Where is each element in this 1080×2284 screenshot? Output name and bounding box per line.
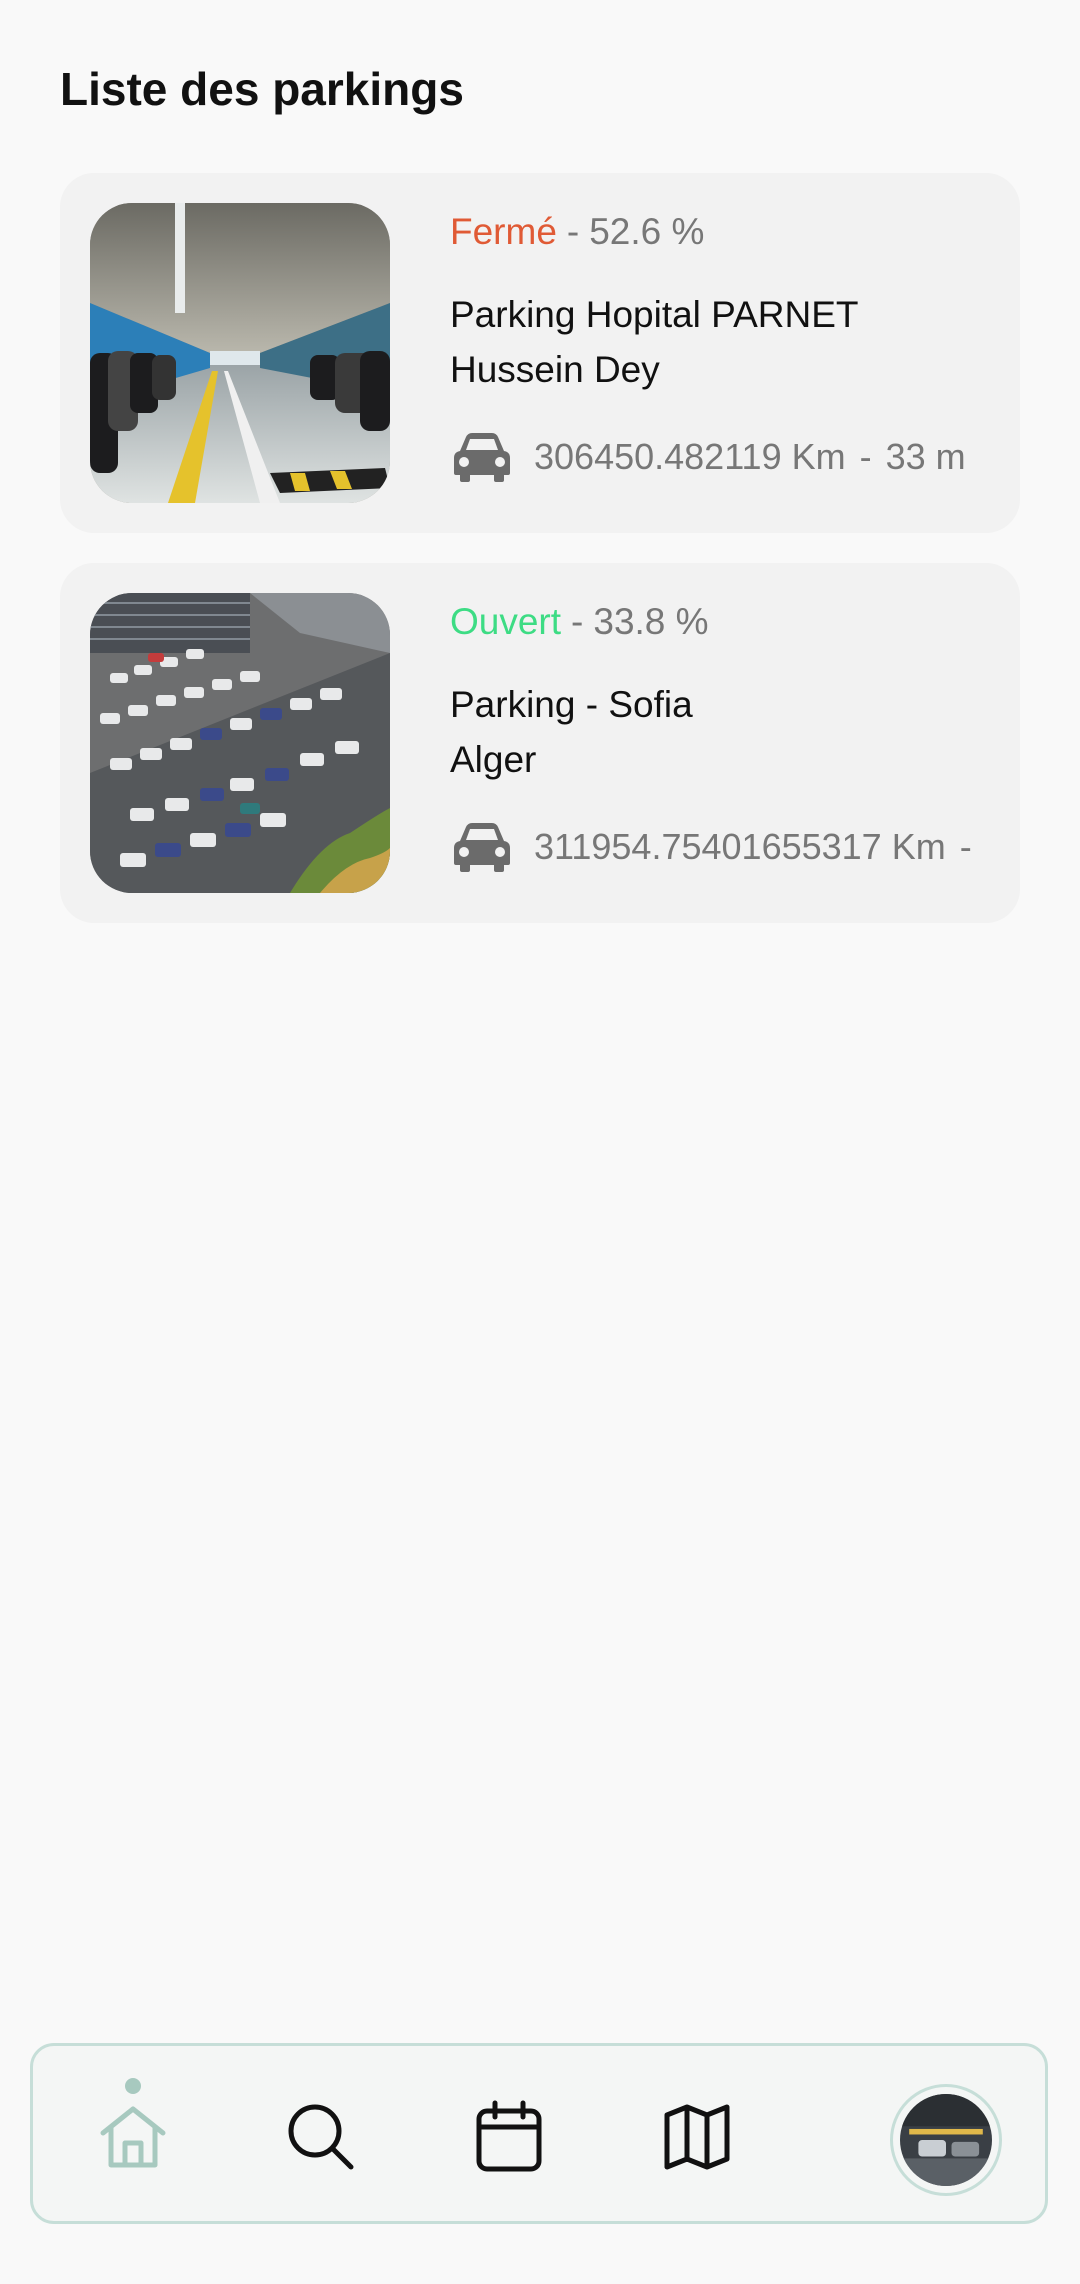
parking-name: Parking Hopital PARNET Hussein Dey [450,287,1000,397]
car-icon [454,433,510,482]
parking-list-screen: Liste des parkings Fermé - 52.6 % Parkin… [0,0,1080,2284]
separator: - [566,211,580,252]
distance-value: 306450.482119 Km [534,436,846,477]
separator: - [571,601,584,642]
occupancy-rate: 52.6 % [589,211,705,252]
bottom-navigation [30,2043,1048,2224]
page-title: Liste des parkings [60,63,464,115]
parking-location: Hussein Dey [450,349,660,390]
parking-image [90,593,390,893]
parking-name: Parking - Sofia Alger [450,677,1000,787]
nav-search[interactable] [266,2046,376,2227]
nav-map[interactable] [642,2046,752,2227]
distance-value: 311954.75401655317 Km [534,826,946,867]
nav-home[interactable] [78,2046,188,2227]
home-icon [100,2106,166,2167]
status-line: Ouvert -33.8 % [450,603,1000,647]
occupancy-rate: 33.8 % [593,601,709,642]
duration-value: 33 m [885,436,966,477]
status-label: Ouvert [450,601,562,642]
car-icon [454,823,510,872]
active-indicator [125,2078,141,2094]
status-line: Fermé -52.6 % [450,213,1000,257]
profile-avatar[interactable] [890,2084,1002,2196]
parking-card[interactable]: Ouvert -33.8 % Parking - Sofia Alger 3119… [60,563,1020,923]
avatar-image [900,2094,992,2186]
search-icon [288,2104,354,2169]
parking-card[interactable]: Fermé -52.6 % Parking Hopital PARNET Huss… [60,173,1020,533]
separator: - [859,436,872,477]
parking-location: Alger [450,739,537,780]
map-icon [664,2104,730,2169]
parking-title: Parking Hopital PARNET [450,294,859,335]
nav-calendar[interactable] [454,2046,564,2227]
parking-title: Parking - Sofia [450,684,693,725]
parking-image [90,203,390,503]
separator: - [959,826,972,867]
distance-row: 311954.75401655317 Km - [450,821,1000,873]
calendar-icon [476,2100,542,2171]
status-label: Fermé [450,211,557,252]
distance-row: 306450.482119 Km - 33 m [450,431,1000,483]
